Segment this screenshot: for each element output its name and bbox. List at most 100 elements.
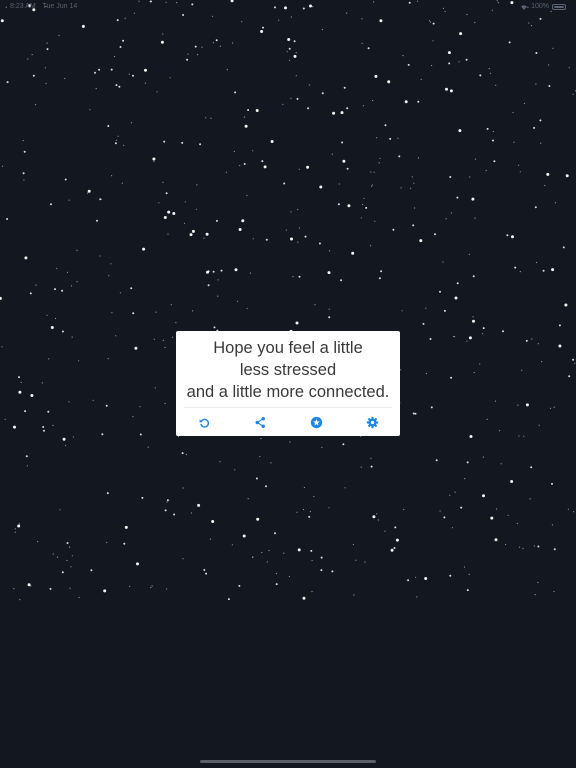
- star: [108, 275, 110, 277]
- star: [536, 261, 538, 264]
- message-card: Hope you feel a little less stressed and…: [176, 331, 400, 436]
- star: [289, 441, 291, 443]
- star: [469, 435, 473, 438]
- star: [167, 210, 171, 214]
- star: [66, 559, 68, 562]
- star: [219, 45, 221, 47]
- star: [309, 510, 311, 513]
- star: [152, 157, 156, 161]
- star: [70, 285, 73, 287]
- star: [529, 498, 531, 500]
- star: [331, 570, 334, 573]
- star: [318, 242, 321, 245]
- star: [17, 524, 21, 528]
- star: [54, 317, 57, 320]
- star: [231, 544, 233, 546]
- star: [116, 19, 119, 22]
- star: [371, 184, 373, 186]
- star: [431, 64, 433, 67]
- star: [525, 339, 528, 342]
- star: [153, 160, 155, 163]
- star: [416, 596, 418, 598]
- star: [285, 229, 287, 231]
- star: [270, 462, 272, 464]
- star: [445, 218, 447, 220]
- star: [533, 545, 536, 547]
- star: [99, 198, 102, 201]
- favorite-button[interactable]: [306, 412, 326, 432]
- star: [32, 74, 35, 77]
- star: [403, 508, 405, 511]
- star: [328, 316, 331, 319]
- star: [420, 78, 422, 80]
- star: [282, 103, 284, 105]
- star: [400, 187, 402, 189]
- star: [225, 171, 227, 173]
- refresh-button[interactable]: [194, 412, 214, 432]
- star: [424, 577, 428, 580]
- star: [413, 182, 415, 184]
- star: [205, 572, 208, 575]
- star: [443, 309, 446, 312]
- star: [25, 455, 28, 458]
- star: [103, 589, 107, 593]
- star: [110, 263, 112, 265]
- star: [199, 143, 202, 146]
- star: [172, 212, 176, 215]
- star: [295, 52, 297, 54]
- star: [541, 361, 543, 363]
- star: [249, 272, 251, 274]
- home-indicator[interactable]: [200, 760, 376, 763]
- star: [211, 15, 214, 17]
- star: [290, 237, 293, 241]
- star: [215, 39, 218, 42]
- star: [443, 516, 446, 519]
- star: [308, 84, 310, 86]
- star: [22, 139, 24, 142]
- star: [156, 91, 158, 93]
- star: [551, 524, 554, 526]
- star: [425, 307, 427, 309]
- star: [535, 52, 538, 54]
- star: [495, 84, 497, 86]
- star: [492, 130, 494, 133]
- star: [217, 295, 219, 297]
- star: [50, 203, 52, 206]
- star: [537, 581, 539, 584]
- star: [132, 74, 134, 77]
- star: [37, 541, 39, 543]
- star: [296, 511, 298, 513]
- star: [533, 126, 536, 129]
- star: [207, 270, 210, 273]
- star: [314, 304, 316, 306]
- star: [419, 239, 423, 243]
- star: [44, 67, 47, 69]
- star: [395, 538, 399, 542]
- star: [130, 287, 133, 290]
- star: [66, 542, 69, 544]
- share-button[interactable]: [250, 412, 270, 432]
- star: [69, 587, 71, 589]
- star: [256, 517, 260, 521]
- star: [311, 590, 313, 593]
- star: [263, 165, 267, 169]
- star: [196, 184, 198, 186]
- star: [99, 255, 101, 257]
- star: [512, 111, 514, 114]
- star: [554, 202, 557, 204]
- star: [68, 199, 70, 201]
- settings-button[interactable]: [362, 412, 382, 432]
- star: [106, 492, 109, 495]
- star: [274, 532, 276, 535]
- star: [268, 549, 270, 552]
- star: [429, 338, 432, 340]
- star: [226, 69, 228, 71]
- star: [364, 561, 366, 563]
- star: [552, 47, 554, 49]
- star: [553, 590, 555, 593]
- star: [434, 233, 436, 236]
- star: [389, 137, 392, 140]
- star: [454, 491, 456, 493]
- star: [464, 478, 466, 480]
- star: [332, 111, 336, 115]
